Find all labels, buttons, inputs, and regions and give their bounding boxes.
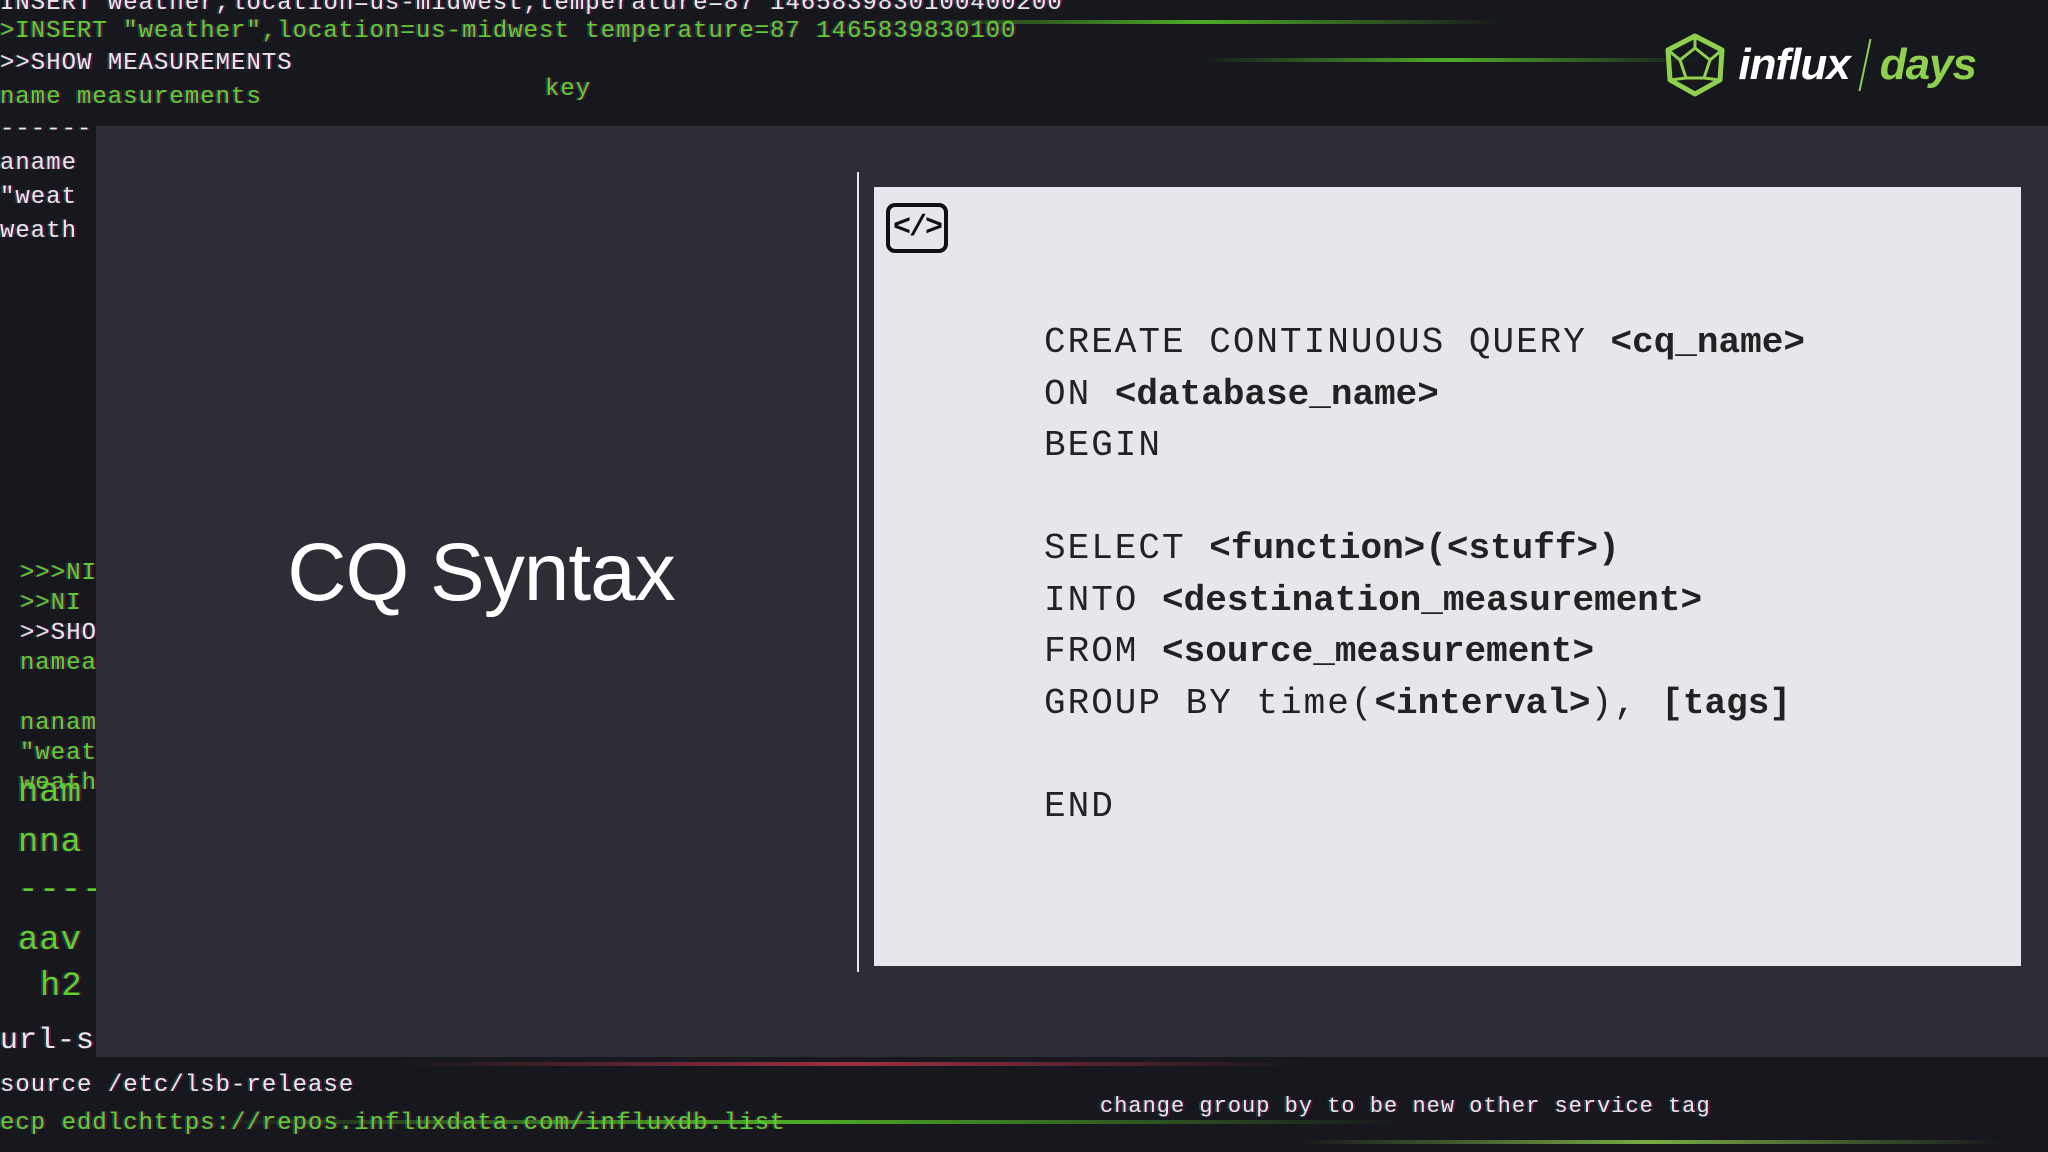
code-keyword: END [1044,785,1115,827]
logo-brand-text: influx [1738,40,1850,89]
glitch-streak [200,1120,1400,1124]
terminal-line: aname [0,150,78,177]
terminal-line: >>SHO [20,620,98,647]
terminal-line: nna [18,824,83,862]
glitch-streak [400,1062,1300,1066]
glitch-streak [900,20,1500,24]
terminal-line: >>NI [20,590,82,617]
code-keyword: ), [1590,682,1662,724]
code-line: INTO <destination_measurement> [1044,575,1805,627]
terminal-line: >>SHOW MEASUREMENTS [0,50,293,77]
terminal-line: ---- [18,872,104,910]
terminal-line: h2 [40,968,83,1006]
terminal-line: weath [0,218,78,245]
code-line: END [1044,781,1805,833]
code-line: ON <database_name> [1044,369,1805,421]
terminal-line: nam [18,774,83,812]
code-block: CREATE CONTINUOUS QUERY <cq_name> ON <dat… [1044,317,1805,832]
influxdays-logo: influx days [1662,30,1977,100]
code-placeholder: <source_measurement> [1162,631,1595,672]
code-brackets-icon: </> [886,203,948,253]
terminal-line: aav [18,922,83,960]
terminal-line: INSERT weather,location=us-midwest,tempe… [0,0,1063,17]
glitch-streak [1300,1140,2000,1144]
terminal-line: source /etc/lsb-release [0,1072,355,1099]
terminal-line: ------ [0,116,93,143]
terminal-line: key [545,76,592,103]
code-placeholder: [tags] [1661,682,1791,724]
code-keyword: CREATE CONTINUOUS QUERY [1044,322,1611,363]
terminal-line: >>>NI [20,560,98,587]
slide: CQ Syntax </> CREATE CONTINUOUS QUERY <c… [96,126,2048,1057]
code-panel: </> CREATE CONTINUOUS QUERY <cq_name> ON … [874,187,2021,966]
terminal-line: "weat [0,184,78,211]
code-line: SELECT <function>(<stuff>) [1044,523,1805,575]
code-keyword: BEGIN [1044,425,1163,466]
code-line: BEGIN [1044,420,1805,472]
glitch-streak [1200,58,1700,62]
terminal-line: namea [20,650,98,677]
code-line: FROM <source_measurement> [1044,626,1805,678]
logo-separator [1858,39,1872,91]
terminal-line: >INSERT "weather",location=us-midwest te… [0,18,1017,45]
code-keyword: ON [1044,373,1115,415]
terminal-line: change group by to be new other service … [1100,1094,1711,1119]
terminal-line: name measurements [0,84,262,111]
terminal-line: url-s [0,1024,96,1058]
logo-suffix-text: days [1879,40,1977,89]
slide-title: CQ Syntax [287,527,675,618]
code-keyword: GROUP BY time( [1044,682,1375,724]
code-placeholder: <destination_measurement> [1162,579,1703,621]
terminal-line: nanam [20,710,98,737]
influx-cube-icon [1665,33,1725,97]
code-placeholder: <database_name> [1114,373,1439,415]
code-keyword: INTO [1044,579,1163,621]
terminal-line: "weat [20,740,98,767]
code-keyword: SELECT [1044,528,1210,569]
code-line: GROUP BY time(<interval>), [tags] [1044,678,1805,730]
code-keyword: FROM [1044,631,1163,672]
vertical-divider [857,172,859,972]
code-placeholder: <cq_name> [1610,322,1805,363]
code-placeholder: <interval> [1374,682,1591,724]
code-placeholder: <function>(<stuff>) [1209,528,1620,569]
code-line: CREATE CONTINUOUS QUERY <cq_name> [1044,317,1805,369]
